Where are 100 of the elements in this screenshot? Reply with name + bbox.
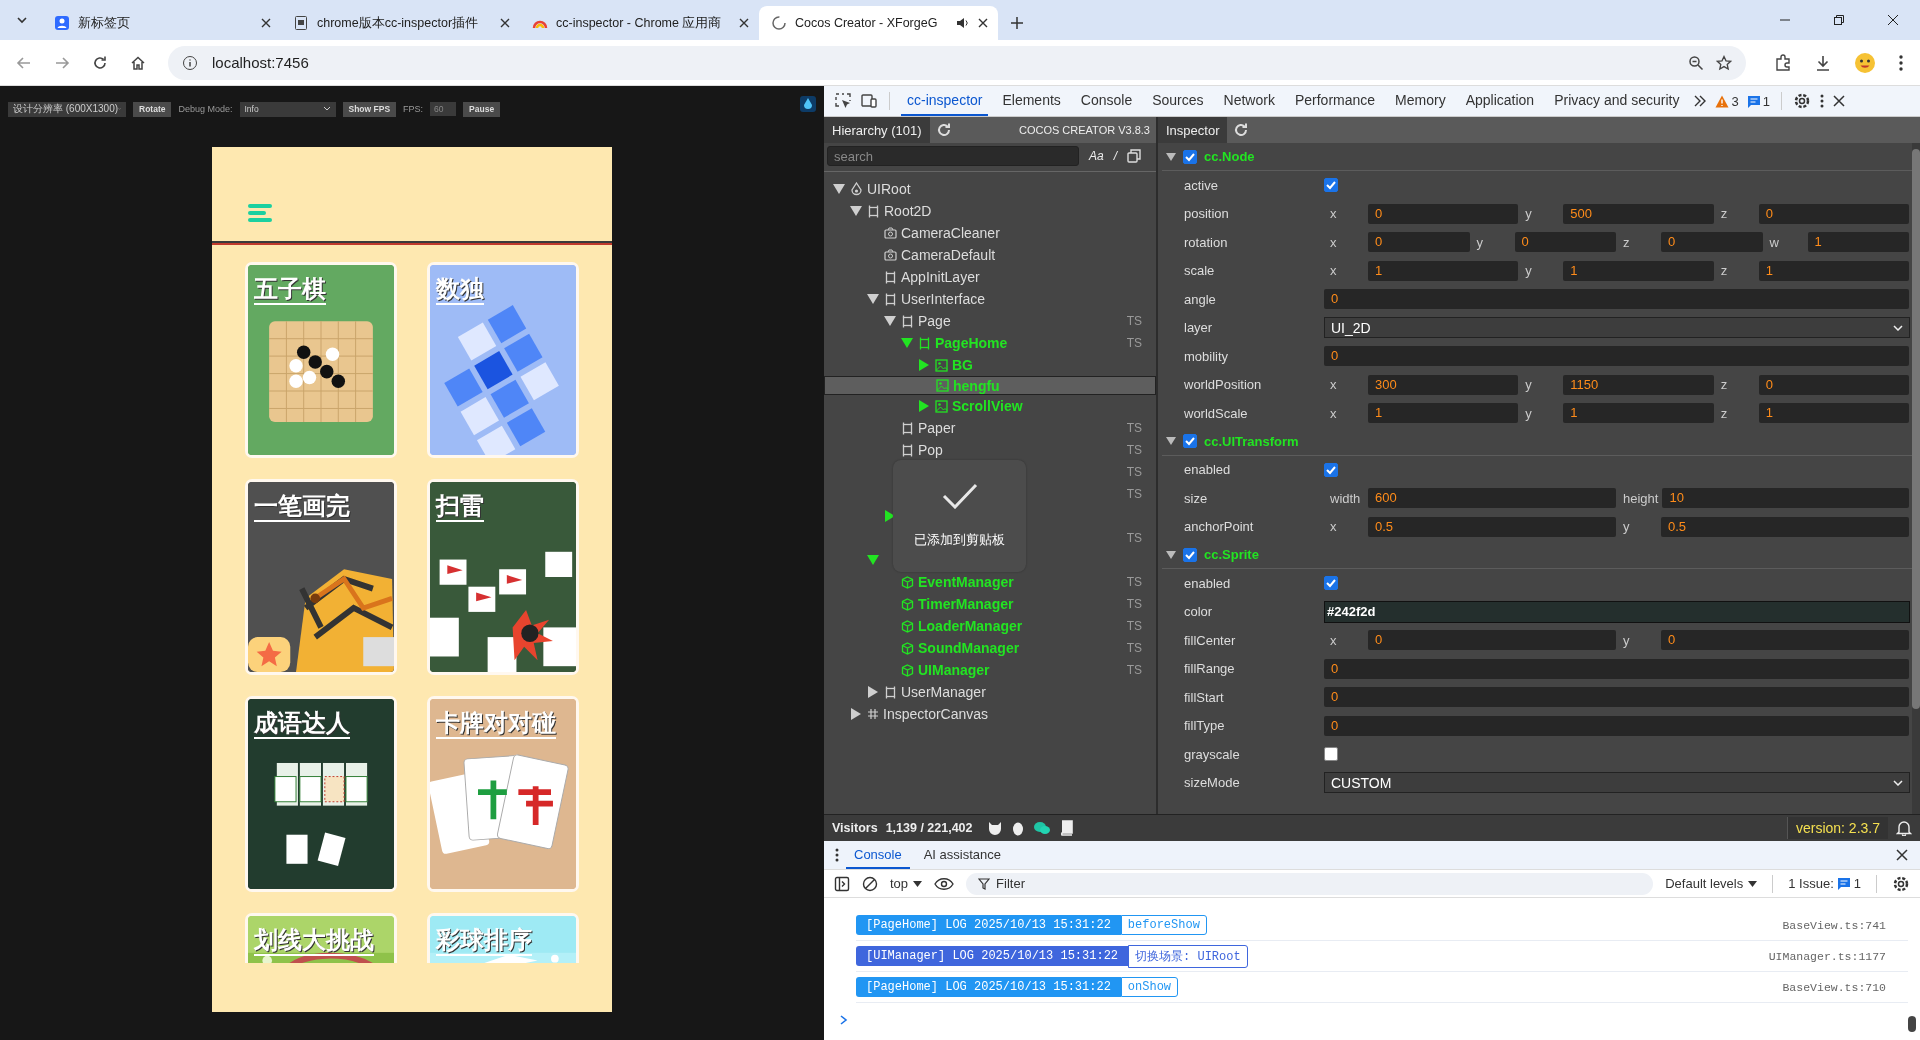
forward-icon[interactable] [54, 54, 70, 71]
rotate-button[interactable]: Rotate [133, 101, 172, 117]
tree-item[interactable]: UserManager [824, 681, 1156, 703]
number-field[interactable]: 0 [1758, 374, 1909, 395]
new-tab-icon[interactable] [1010, 16, 1024, 30]
cat-icon[interactable] [986, 820, 1003, 836]
refresh-icon[interactable] [1233, 122, 1250, 138]
number-field[interactable]: 500 [1563, 203, 1714, 224]
source-link[interactable]: UIManager.ts:1177 [1768, 949, 1886, 963]
tree-item[interactable]: Pop TS [824, 439, 1156, 461]
tree-item[interactable]: TimerManager TS [824, 593, 1156, 615]
download-icon[interactable] [1814, 53, 1832, 72]
number-field[interactable]: 0.5 [1368, 516, 1616, 537]
tree-item[interactable]: AppInitLayer [824, 266, 1156, 288]
close-icon[interactable] [739, 18, 749, 28]
number-field[interactable]: 0 [1324, 715, 1909, 736]
source-link[interactable]: BaseView.ts:710 [1782, 980, 1886, 994]
source-link[interactable]: BaseView.ts:741 [1782, 918, 1886, 932]
book-icon[interactable] [1058, 820, 1073, 836]
chat-icon[interactable] [1032, 821, 1051, 835]
zoom-icon[interactable] [1688, 54, 1704, 71]
collapsed-arrow-icon[interactable] [919, 359, 929, 371]
eye-icon[interactable] [934, 876, 955, 891]
collapsed-arrow-icon[interactable] [919, 400, 929, 412]
kebab-menu-icon[interactable] [1818, 93, 1825, 109]
smiley-icon[interactable] [1854, 51, 1876, 74]
number-field[interactable]: 300 [1368, 374, 1519, 395]
close-icon[interactable] [1896, 849, 1908, 861]
refresh-icon[interactable] [935, 122, 952, 138]
number-field[interactable]: 0 [1661, 232, 1763, 253]
collapsed-arrow-icon[interactable] [885, 510, 895, 522]
collapsed-arrow-icon[interactable] [868, 686, 878, 698]
number-field[interactable]: 1 [1758, 403, 1909, 424]
devtools-tab[interactable]: Application [1459, 86, 1541, 116]
tree-item[interactable]: InspectorCanvas [824, 703, 1156, 725]
devtools-tab[interactable]: Performance [1288, 86, 1382, 116]
drawer-tab[interactable]: Console [846, 841, 910, 869]
tree-item[interactable]: ScrollView [824, 395, 1156, 417]
tree-item[interactable]: UserInterface [824, 288, 1156, 310]
hierarchy-tab[interactable]: Hierarchy (101) [824, 117, 930, 143]
devtools-tab[interactable]: Network [1217, 86, 1281, 116]
tree-item[interactable]: CameraDefault [824, 244, 1156, 266]
number-field[interactable]: 0 [1368, 630, 1616, 651]
number-field[interactable]: 1 [1368, 403, 1519, 424]
reload-icon[interactable] [92, 54, 108, 71]
number-field[interactable]: 1150 [1563, 374, 1714, 395]
checkbox[interactable] [1324, 576, 1338, 591]
kebab-menu-icon[interactable] [834, 847, 840, 863]
inspector-icon[interactable] [800, 96, 816, 112]
home-icon[interactable] [130, 54, 146, 71]
browser-tab[interactable]: 新标签页 [42, 6, 281, 40]
tree-item[interactable]: EventManager TS [824, 571, 1156, 593]
search-option-button[interactable]: Aa [1089, 149, 1104, 163]
number-field[interactable]: 1 [1563, 403, 1714, 424]
scrollbar-thumb[interactable] [1908, 1016, 1916, 1032]
devtools-tab[interactable]: Sources [1146, 86, 1210, 116]
game-card[interactable]: 成语达人 [245, 696, 397, 892]
tree-item[interactable]: Paper TS [824, 417, 1156, 439]
expanded-arrow-icon[interactable] [867, 294, 879, 304]
expanded-arrow-icon[interactable] [850, 206, 862, 216]
close-icon[interactable] [261, 18, 271, 28]
number-field[interactable]: 0 [1661, 630, 1909, 651]
tree-item[interactable]: Page TS [824, 310, 1156, 332]
tree-item[interactable]: SoundManager TS [824, 637, 1156, 659]
star-icon[interactable] [1716, 54, 1732, 71]
scrollbar[interactable] [1912, 143, 1920, 814]
inspector-tab[interactable]: Inspector [1158, 117, 1228, 143]
scrollbar-thumb[interactable] [1912, 149, 1920, 709]
number-field[interactable]: 0.5 [1661, 516, 1909, 537]
expanded-arrow-icon[interactable] [1166, 550, 1176, 559]
checkbox[interactable] [1183, 547, 1197, 562]
inspect-element-icon[interactable] [834, 92, 852, 110]
tree-item[interactable]: BG [824, 354, 1156, 376]
devtools-tab[interactable]: Console [1074, 86, 1139, 116]
filter-field[interactable]: Filter [966, 872, 1654, 895]
tree-item[interactable]: PageHome TS [824, 332, 1156, 354]
messages-badge[interactable]: 1 [1746, 93, 1770, 109]
search-option-button[interactable]: / [1113, 149, 1118, 163]
search-field[interactable]: search [827, 146, 1079, 166]
devtools-tab[interactable]: Memory [1389, 86, 1452, 116]
number-field[interactable]: 0 [1324, 687, 1909, 708]
checkbox[interactable] [1324, 747, 1338, 762]
close-icon[interactable] [1832, 95, 1845, 107]
number-field[interactable]: 0 [1758, 203, 1909, 224]
expanded-arrow-icon[interactable] [901, 338, 913, 348]
tree-item[interactable]: UIRoot [824, 178, 1156, 200]
debug-mode-select[interactable]: Info [239, 101, 336, 117]
back-icon[interactable] [16, 54, 32, 71]
devtools-tab[interactable]: Privacy and security [1548, 86, 1686, 116]
number-field[interactable]: 0 [1324, 658, 1909, 679]
number-field[interactable]: 0 [1368, 232, 1470, 253]
checkbox[interactable] [1183, 149, 1197, 164]
kebab-menu-icon[interactable] [1898, 53, 1904, 72]
warnings-badge[interactable]: 3 [1715, 93, 1739, 109]
number-field[interactable]: 0 [1324, 289, 1909, 310]
extension-icon[interactable] [1774, 53, 1792, 72]
checkbox[interactable] [1324, 462, 1338, 477]
expanded-arrow-icon[interactable] [884, 316, 896, 326]
number-field[interactable]: 1 [1563, 260, 1714, 281]
game-card[interactable]: 一笔画完 [245, 479, 397, 675]
